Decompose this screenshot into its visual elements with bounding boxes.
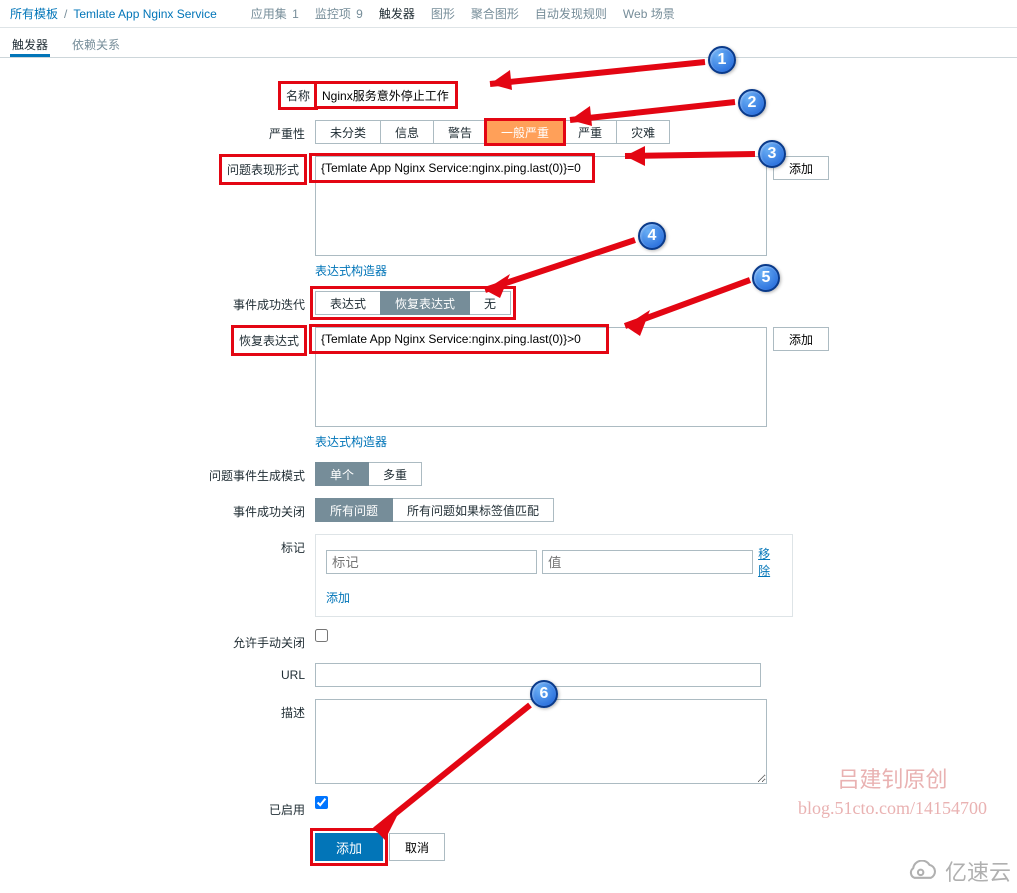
sev-warning[interactable]: 警告	[433, 120, 487, 144]
sev-unclassified[interactable]: 未分类	[315, 120, 381, 144]
manual-close-checkbox[interactable]	[315, 629, 328, 642]
ok-closes-all[interactable]: 所有问题	[315, 498, 393, 522]
problem-expr-field[interactable]	[315, 156, 767, 256]
nav-discovery[interactable]: 自动发现规则	[535, 5, 607, 22]
ok-event-recovery[interactable]: 恢复表达式	[380, 291, 470, 315]
nav-apps[interactable]: 应用集 1	[251, 5, 299, 22]
tag-name-field[interactable]	[326, 550, 537, 574]
sev-high[interactable]: 严重	[563, 120, 617, 144]
nav-triggers[interactable]: 触发器	[379, 5, 415, 22]
form: 名称 严重性 未分类 信息 警告 一般严重 严重 灾难 问题表现形式 表达式构造…	[0, 58, 1017, 893]
ok-event-expr[interactable]: 表达式	[315, 291, 381, 315]
label-url: URL	[10, 663, 315, 682]
label-description: 描述	[10, 699, 315, 721]
name-field[interactable]	[316, 83, 456, 107]
problem-mode-single[interactable]: 单个	[315, 462, 369, 486]
label-tags: 标记	[10, 534, 315, 556]
annotation-badge-6: 6	[530, 680, 558, 708]
label-problem-mode: 问题事件生成模式	[10, 462, 315, 484]
tab-dependency[interactable]: 依赖关系	[70, 28, 122, 57]
breadcrumb-template[interactable]: Temlate App Nginx Service	[73, 7, 216, 21]
nav-screens[interactable]: 聚合图形	[471, 5, 519, 22]
annotation-badge-4: 4	[638, 222, 666, 250]
breadcrumb: 所有模板 / Temlate App Nginx Service 应用集 1 监…	[0, 0, 1017, 28]
tab-trigger[interactable]: 触发器	[10, 28, 50, 57]
annotation-badge-2: 2	[738, 89, 766, 117]
label-enabled: 已启用	[10, 796, 315, 818]
problem-mode-multiple[interactable]: 多重	[368, 462, 422, 486]
tags-container: 移除 添加	[315, 534, 793, 617]
sev-average[interactable]: 一般严重	[486, 120, 564, 144]
label-ok-event-gen: 事件成功迭代	[10, 291, 315, 313]
enabled-checkbox[interactable]	[315, 796, 328, 809]
ok-closes-tag[interactable]: 所有问题如果标签值匹配	[392, 498, 554, 522]
annotation-badge-3: 3	[758, 140, 786, 168]
breadcrumb-all-templates[interactable]: 所有模板	[10, 5, 58, 22]
label-severity: 严重性	[10, 120, 315, 142]
sub-tabs: 触发器 依赖关系	[0, 28, 1017, 58]
nav-items[interactable]: 监控项 9	[315, 5, 363, 22]
sev-info[interactable]: 信息	[380, 120, 434, 144]
sev-disaster[interactable]: 灾难	[616, 120, 670, 144]
label-name: 名称	[280, 83, 316, 108]
cancel-button[interactable]: 取消	[389, 833, 445, 861]
add-expr-btn-2[interactable]: 添加	[773, 327, 829, 351]
problem-mode-group: 单个 多重	[315, 462, 422, 486]
label-ok-closes: 事件成功关闭	[10, 498, 315, 520]
severity-group: 未分类 信息 警告 一般严重 严重 灾难	[315, 120, 670, 144]
ok-event-none[interactable]: 无	[469, 291, 511, 315]
tag-remove-link[interactable]: 移除	[758, 545, 782, 579]
label-recovery-expr: 恢复表达式	[233, 327, 305, 354]
submit-add-button[interactable]: 添加	[315, 833, 383, 861]
recovery-expr-field[interactable]	[315, 327, 767, 427]
tag-value-field[interactable]	[542, 550, 753, 574]
nav-graphs[interactable]: 图形	[431, 5, 455, 22]
nav-web[interactable]: Web 场景	[623, 5, 675, 22]
annotation-badge-1: 1	[708, 46, 736, 74]
expr-builder-link-2[interactable]: 表达式构造器	[315, 433, 767, 450]
ok-event-group: 表达式 恢复表达式 无	[315, 291, 511, 315]
label-manual-close: 允许手动关闭	[10, 629, 315, 651]
tag-add-link[interactable]: 添加	[326, 591, 350, 605]
label-problem-expr: 问题表现形式	[221, 156, 305, 183]
breadcrumb-sep: /	[64, 7, 67, 21]
annotation-badge-5: 5	[752, 264, 780, 292]
ok-closes-group: 所有问题 所有问题如果标签值匹配	[315, 498, 554, 522]
description-field[interactable]	[315, 699, 767, 784]
expr-builder-link-1[interactable]: 表达式构造器	[315, 262, 767, 279]
